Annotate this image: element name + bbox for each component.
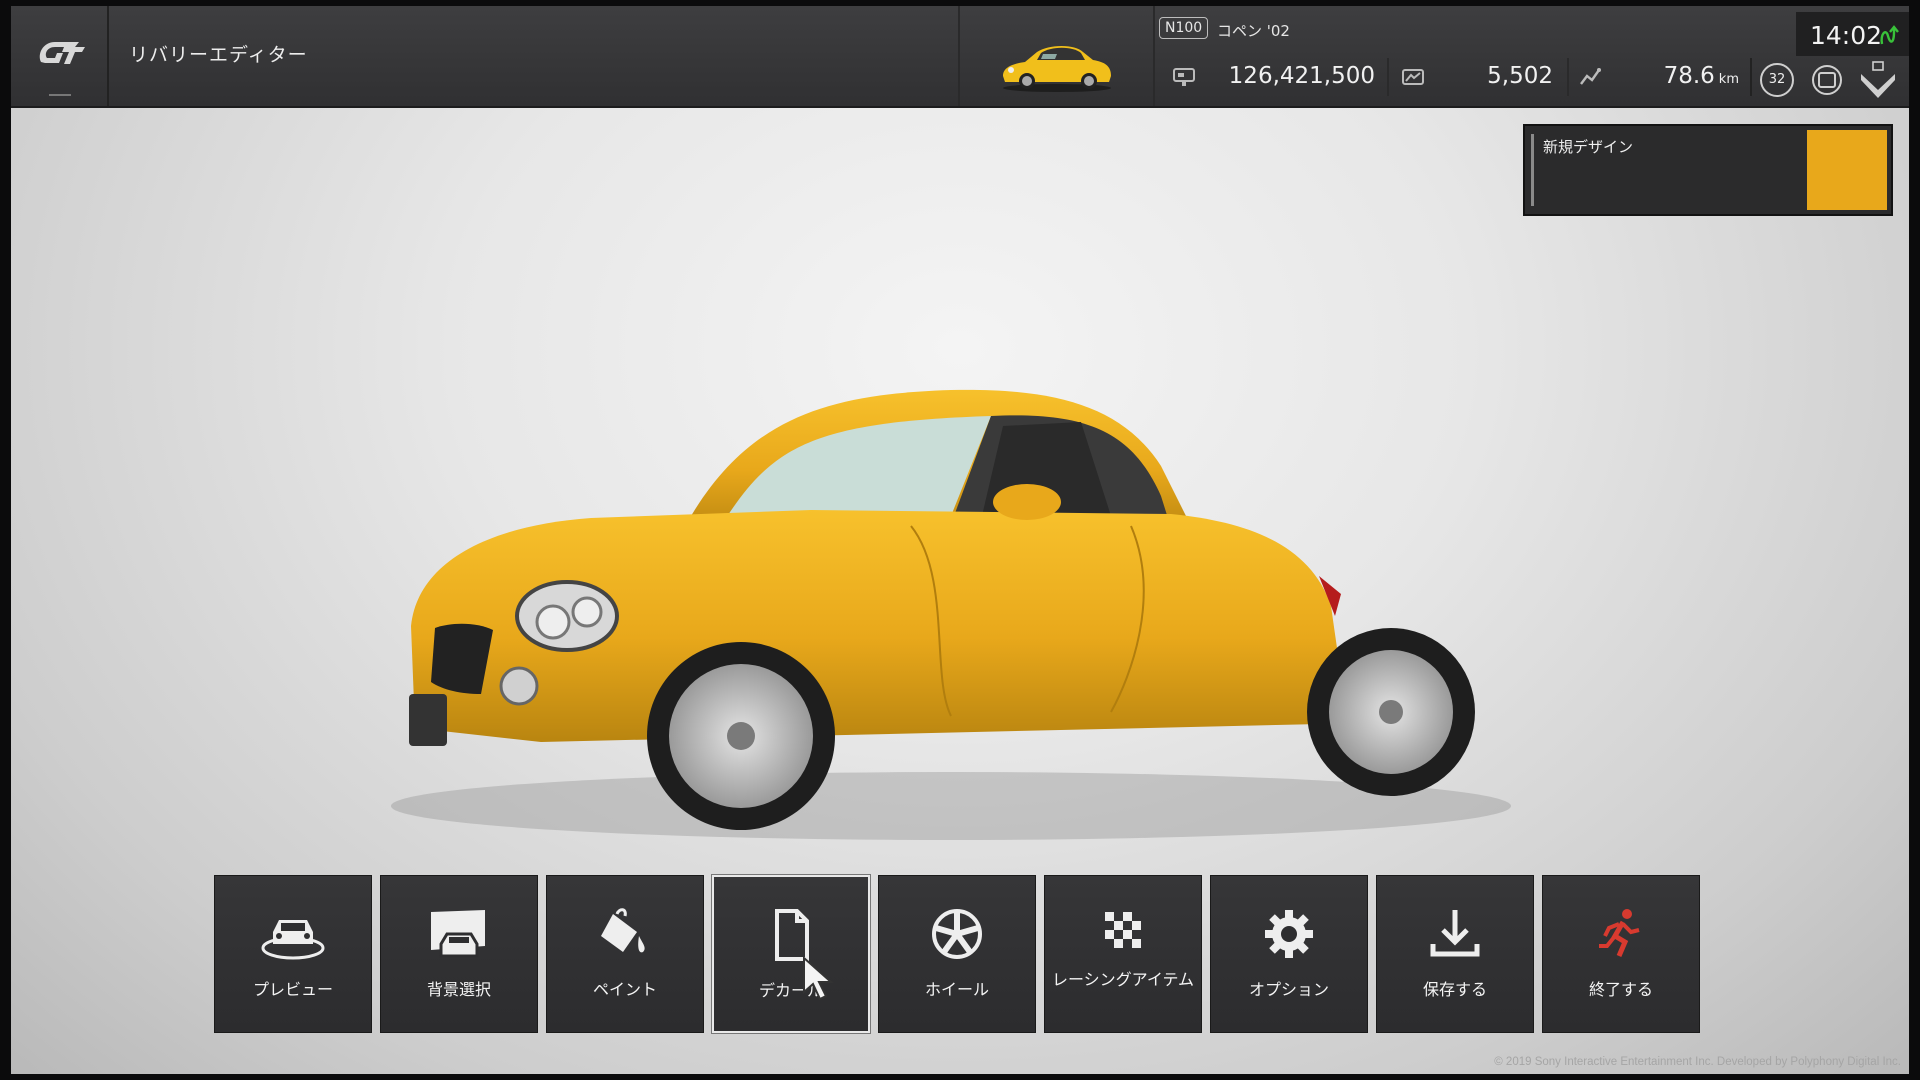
car-thumbnail: [1003, 46, 1111, 92]
page-title: リバリーエディター: [129, 44, 308, 66]
background-select-icon: [431, 910, 485, 958]
car-class-badge: N100: [1159, 17, 1209, 39]
distance-readout: 78.6 km: [1611, 63, 1739, 89]
download-save-icon: [1430, 910, 1480, 957]
menu-button-background[interactable]: 背景選択: [380, 875, 538, 1033]
stat-separator: [1387, 58, 1389, 96]
checkered-flag-icon: [1105, 912, 1141, 948]
map-icon[interactable]: [1810, 63, 1844, 97]
mileage-icon: [1402, 69, 1424, 85]
logo-separator: [107, 6, 109, 106]
design-color-swatch: [1807, 130, 1887, 210]
menu-label: ホイール: [924, 980, 989, 999]
menu-label: ペイント: [592, 980, 657, 999]
menu-label: 終了する: [1588, 980, 1653, 999]
car-name: コペン '02: [1217, 22, 1290, 40]
editor-menu: プレビュー 背景選択 ペイント デカール ホイール レーシングアイテム オプショ…: [214, 875, 1706, 1035]
network-icon: [1880, 25, 1899, 45]
wheel-icon: [932, 909, 982, 959]
menu-label: オプション: [1248, 980, 1329, 999]
copyright-notice: © 2019 Sony Interactive Entertainment In…: [1494, 1056, 1901, 1068]
gt-logo-icon[interactable]: [33, 32, 87, 72]
gear-icon: [1265, 910, 1313, 958]
menu-label: レーシングアイテム: [1051, 970, 1195, 989]
decal-document-icon: [775, 909, 809, 961]
design-panel[interactable]: 新規デザイン: [1523, 124, 1893, 216]
clock-box: 14:02: [1796, 12, 1909, 56]
top-bar: リバリーエディター N100 コペン '02 126,421,500 5,502…: [11, 6, 1909, 108]
menu-button-exit[interactable]: 終了する: [1542, 875, 1700, 1033]
credits-value: 126,421,500: [1228, 63, 1375, 89]
mileage-points-value: 5,502: [1487, 63, 1553, 89]
distance-unit: km: [1718, 72, 1739, 87]
header-separator: [958, 6, 960, 106]
car-preview-icon: [261, 920, 325, 960]
menu-label: 背景選択: [426, 980, 491, 999]
exit-runner-icon: [1599, 909, 1640, 957]
pointer-cursor-icon: [803, 956, 834, 1001]
level-badge[interactable]: 32: [1760, 63, 1794, 97]
emblem-icon[interactable]: [1859, 60, 1897, 100]
menu-button-wheel[interactable]: ホイール: [878, 875, 1036, 1033]
car-model-view[interactable]: [391, 376, 1531, 846]
menu-button-paint[interactable]: ペイント: [546, 875, 704, 1033]
distance-value: 78.6: [1663, 63, 1715, 89]
menu-button-options[interactable]: オプション: [1210, 875, 1368, 1033]
menu-label: プレビュー: [252, 980, 333, 999]
distance-icon: [1580, 68, 1601, 85]
menu-button-preview[interactable]: プレビュー: [214, 875, 372, 1033]
livery-editor-screen: リバリーエディター N100 コペン '02 126,421,500 5,502…: [11, 6, 1909, 1074]
paint-bucket-icon: [601, 908, 645, 953]
menu-button-decal[interactable]: デカール: [712, 875, 870, 1033]
stat-separator: [1567, 58, 1569, 96]
menu-label: 保存する: [1422, 980, 1487, 999]
design-name: 新規デザイン: [1543, 138, 1634, 156]
credits-icon: [1173, 68, 1195, 86]
menu-indicator: [49, 94, 71, 96]
header-separator: [1153, 6, 1155, 106]
menu-button-racing-items[interactable]: レーシングアイテム: [1044, 875, 1202, 1033]
stat-separator: [1750, 58, 1752, 96]
clock: 14:02: [1810, 21, 1883, 50]
panel-accent: [1531, 134, 1534, 206]
menu-button-save[interactable]: 保存する: [1376, 875, 1534, 1033]
menu-label: デカール: [758, 981, 823, 1000]
